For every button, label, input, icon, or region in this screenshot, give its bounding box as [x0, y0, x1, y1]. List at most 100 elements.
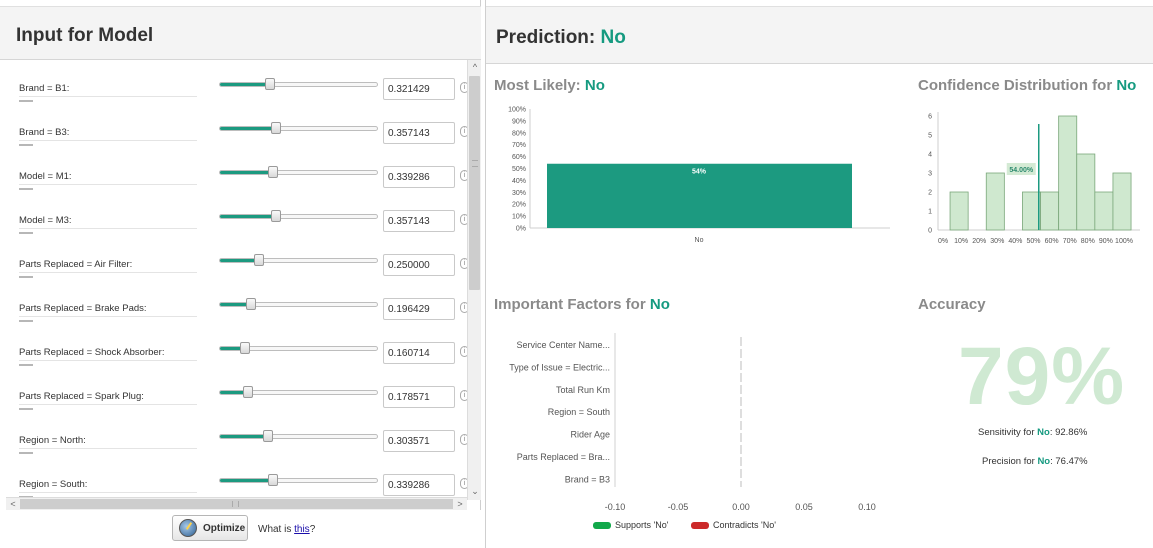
x-tick-label: 90%: [1099, 238, 1113, 245]
input-label: Parts Replaced = Brake Pads:: [19, 303, 197, 317]
input-label: Parts Replaced = Spark Plug:: [19, 391, 197, 405]
accuracy-title: Accuracy: [918, 296, 986, 313]
prediction-value: No: [600, 27, 626, 48]
input-slider[interactable]: [219, 386, 378, 398]
histogram-bar: [985, 172, 1005, 231]
input-label-bar: [19, 320, 33, 322]
most-likely-chart: 0% 10% 20% 30% 40% 50% 60% 70% 80% 90% 100% 54% No: [508, 107, 890, 244]
what-is-prefix: What is: [258, 524, 295, 535]
input-label: Brand = B1:: [19, 83, 197, 97]
input-slider[interactable]: [219, 78, 378, 90]
y-tick-label: 10%: [512, 214, 526, 221]
y-tick-label: 1: [928, 209, 932, 216]
factor-label: Region = South: [548, 407, 610, 417]
what-is-this-link[interactable]: this: [294, 524, 310, 535]
vertical-scroll-thumb[interactable]: [469, 76, 480, 290]
most-likely-title: Most Likely: No: [494, 77, 605, 94]
what-is-suffix: ?: [309, 524, 316, 535]
bar-data-label: 54%: [692, 169, 707, 176]
factor-label: Service Center Name...: [516, 340, 610, 350]
slider-thumb[interactable]: [245, 298, 256, 310]
input-value-field[interactable]: 0.339286: [383, 166, 455, 188]
input-label: Model = M3:: [19, 215, 197, 229]
input-slider[interactable]: [219, 122, 378, 134]
x-tick-label: 30%: [990, 238, 1004, 245]
slider-thumb[interactable]: [243, 386, 254, 398]
input-panel: Input for Model Brand = B1: 0.321429 i Bran…: [0, 0, 481, 548]
scroll-right-icon[interactable]: >: [453, 497, 467, 511]
slider-fill: [220, 127, 277, 130]
x-tick-label: -0.10: [605, 502, 626, 512]
slider-thumb[interactable]: [254, 254, 265, 266]
x-tick-label: 40%: [1008, 238, 1022, 245]
scroll-up-icon[interactable]: ^: [468, 60, 482, 74]
factors-label: Important Factors for: [494, 296, 650, 313]
most-likely-label: Most Likely:: [494, 77, 585, 94]
input-panel-footer: Optimize What is this?: [0, 510, 481, 548]
scroll-down-icon[interactable]: ⌄: [468, 484, 482, 498]
input-label: Parts Replaced = Shock Absorber:: [19, 347, 197, 361]
input-slider[interactable]: [219, 474, 378, 486]
input-value-field[interactable]: 0.321429: [383, 78, 455, 100]
input-slider[interactable]: [219, 430, 378, 442]
input-list: Brand = B1: 0.321429 i Brand = B3: 0.357143 i…: [0, 60, 481, 500]
horizontal-scrollbar[interactable]: < >: [6, 497, 467, 510]
factors-value: No: [649, 296, 670, 313]
input-value-field[interactable]: 0.196429: [383, 298, 455, 320]
y-tick-label: 100%: [508, 107, 526, 114]
vertical-scrollbar[interactable]: ^ ⌄: [467, 60, 481, 500]
horizontal-scroll-thumb[interactable]: [20, 499, 453, 509]
input-label-bar: [19, 232, 33, 234]
input-slider[interactable]: [219, 298, 378, 310]
x-tick-label: 80%: [1081, 238, 1095, 245]
x-tick-label: 10%: [954, 238, 968, 245]
input-slider[interactable]: [219, 254, 378, 266]
histogram-bar: [1040, 191, 1060, 231]
factor-label: Brand = B3: [565, 474, 610, 484]
legend-contradicts: Contradicts 'No': [691, 520, 776, 530]
slider-thumb[interactable]: [268, 474, 279, 486]
histogram-bar: [1076, 153, 1096, 231]
slider-thumb[interactable]: [265, 78, 276, 90]
y-tick-label: 90%: [512, 118, 526, 125]
sensitivity-class: No: [1037, 427, 1050, 438]
precision-class: No: [1037, 456, 1051, 467]
input-row: Region = North: 0.303571 i: [0, 412, 469, 456]
input-value-field[interactable]: 0.357143: [383, 210, 455, 232]
confidence-title: Confidence Distribution for No: [918, 77, 1136, 94]
input-slider[interactable]: [219, 210, 378, 222]
what-is-this-help: What is this?: [258, 524, 315, 535]
input-value-field[interactable]: 0.357143: [383, 122, 455, 144]
y-tick-label: 20%: [512, 202, 526, 209]
slider-fill: [220, 479, 274, 482]
slider-thumb[interactable]: [268, 166, 279, 178]
input-slider[interactable]: [219, 342, 378, 354]
input-value-field[interactable]: 0.250000: [383, 254, 455, 276]
scroll-left-icon[interactable]: <: [6, 497, 20, 511]
slider-thumb[interactable]: [271, 210, 282, 222]
optimize-button[interactable]: Optimize: [172, 515, 248, 541]
precision-line: Precision for No: 76.47%: [982, 456, 1088, 467]
input-value-field[interactable]: 0.339286: [383, 474, 455, 496]
histogram-bar: [1022, 191, 1041, 231]
input-label: Model = M1:: [19, 171, 197, 185]
confidence-value: No: [1116, 77, 1137, 94]
slider-thumb[interactable]: [240, 342, 251, 354]
slider-thumb[interactable]: [262, 430, 273, 442]
input-value-field[interactable]: 0.303571: [383, 430, 455, 452]
y-tick-label: 5: [928, 133, 932, 140]
input-value-field[interactable]: 0.178571: [383, 386, 455, 408]
x-tick-label: 0.05: [795, 502, 813, 512]
y-tick-label: 80%: [512, 130, 526, 137]
slider-thumb[interactable]: [271, 122, 282, 134]
accuracy-value: 79%: [958, 331, 1126, 422]
precision-value: : 76.47%: [1050, 456, 1088, 467]
histogram-bar: [949, 191, 969, 231]
input-value-field[interactable]: 0.160714: [383, 342, 455, 364]
y-tick-label: 30%: [512, 190, 526, 197]
x-tick-label: 70%: [1063, 238, 1077, 245]
input-slider[interactable]: [219, 166, 378, 178]
input-label: Brand = B3:: [19, 127, 197, 141]
input-row: Brand = B1: 0.321429 i: [0, 60, 469, 104]
input-label-bar: [19, 100, 33, 102]
